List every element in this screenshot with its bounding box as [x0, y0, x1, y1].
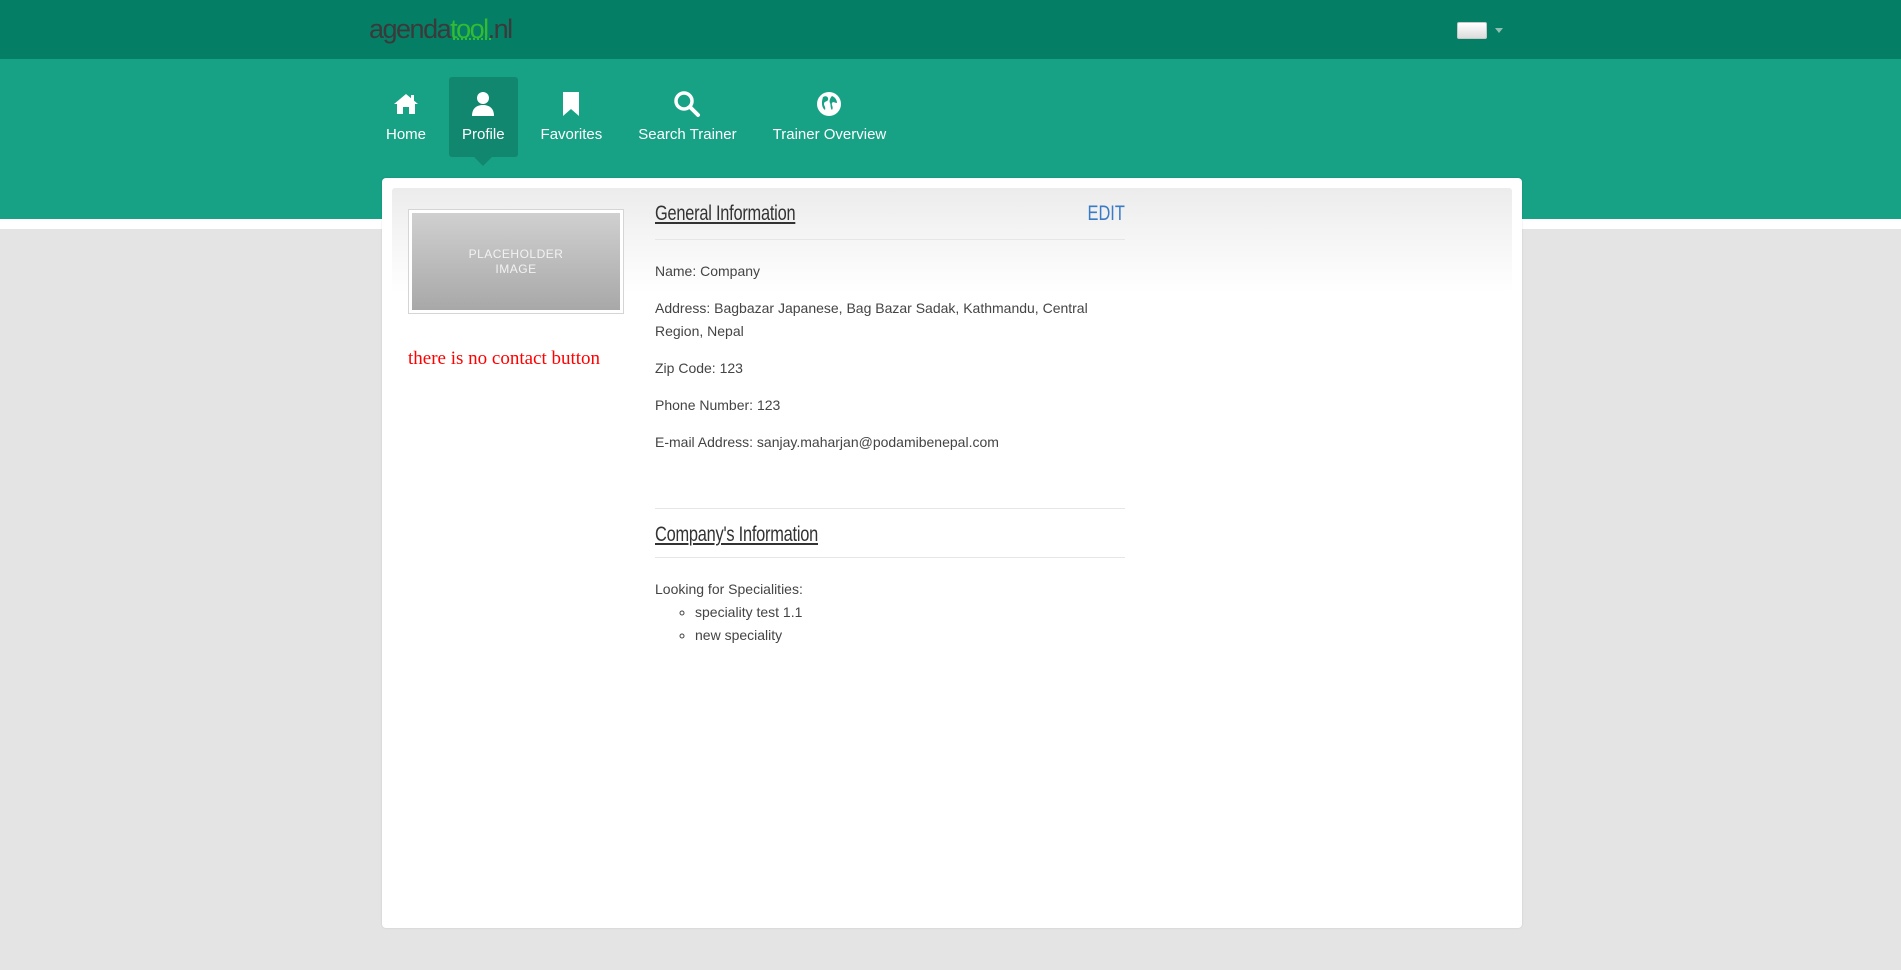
profile-panel: PLACEHOLDER IMAGE there is no contact bu…	[382, 178, 1522, 928]
nav-item-home[interactable]: Home	[373, 77, 439, 157]
nav-label-home: Home	[386, 126, 427, 143]
divider	[655, 557, 1125, 558]
general-info-title: General Information	[655, 202, 796, 225]
user-icon	[471, 90, 495, 118]
caret-down-icon	[1495, 28, 1503, 33]
info-name: Name: Company	[655, 263, 761, 279]
bookmark-icon	[561, 90, 581, 118]
profile-content: General Information EDIT Name: Company A…	[655, 202, 1125, 647]
nav-item-search-trainer[interactable]: Search Trainer	[625, 77, 749, 157]
home-icon	[393, 90, 419, 118]
info-address-line-2: Region, Nepal	[655, 323, 744, 339]
divider	[655, 239, 1125, 240]
flag-icon	[1457, 22, 1487, 39]
nav-item-trainer-overview[interactable]: Trainer Overview	[760, 77, 900, 157]
top-bar: agendatool.nl	[0, 0, 1901, 59]
list-item: speciality test 1.1	[695, 601, 1125, 624]
company-info-title: Company's Information	[655, 523, 819, 546]
placeholder-image: PLACEHOLDER IMAGE	[412, 213, 620, 310]
info-phone: Phone Number: 123	[655, 397, 781, 413]
edit-link[interactable]: EDIT	[1088, 202, 1125, 226]
globe-icon	[816, 90, 842, 118]
main-nav: Home Profile Favorites Search Trainer Tr…	[373, 77, 909, 166]
nav-item-favorites[interactable]: Favorites	[528, 77, 616, 157]
placeholder-line-1: PLACEHOLDER	[468, 246, 564, 261]
language-selector[interactable]	[1457, 22, 1503, 39]
info-address: Address: Bagbazar Japanese, Bag Bazar Sa…	[655, 297, 1125, 343]
list-item: new speciality	[695, 624, 1125, 647]
info-address-line-1: Address: Bagbazar Japanese, Bag Bazar Sa…	[655, 300, 1088, 316]
info-email: E-mail Address: sanjay.maharjan@podamibe…	[655, 434, 999, 450]
nav-label-profile: Profile	[462, 126, 505, 143]
placeholder-line-2: IMAGE	[495, 261, 537, 276]
nav-label-favorites: Favorites	[540, 126, 603, 143]
logo-part-nl: .nl	[487, 14, 514, 44]
info-zip: Zip Code: 123	[655, 360, 743, 376]
nav-item-profile[interactable]: Profile	[449, 77, 518, 166]
divider	[655, 508, 1125, 509]
profile-image-frame: PLACEHOLDER IMAGE	[408, 209, 624, 314]
logo-underline	[453, 38, 491, 41]
search-icon	[673, 90, 701, 118]
nav-label-trainer-overview: Trainer Overview	[772, 126, 887, 143]
general-info-header: General Information EDIT	[655, 202, 1125, 236]
specialities-label: Looking for Specialities:	[655, 581, 803, 597]
company-info-header: Company's Information	[655, 523, 1125, 557]
logo-part-agenda: agenda	[369, 14, 452, 44]
nav-label-search-trainer: Search Trainer	[638, 126, 737, 143]
specialities-list: speciality test 1.1 new speciality	[695, 601, 1125, 647]
annotation-note: there is no contact button	[408, 348, 601, 369]
